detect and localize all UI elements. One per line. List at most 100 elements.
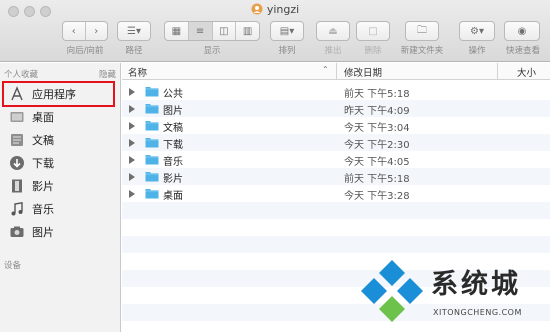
window-title-text: yingzi — [266, 3, 300, 16]
documents-icon — [9, 132, 25, 148]
chevron-left-icon: ‹ — [71, 25, 76, 37]
arrange-label: 排列 — [278, 46, 296, 56]
delete-button[interactable]: □ — [356, 21, 390, 41]
folder-icon — [145, 172, 159, 182]
hide-favorites-button[interactable]: 隐藏 — [99, 68, 116, 80]
sidebar-item-label: 文稿 — [32, 134, 54, 147]
quick-look-button[interactable]: ◉ — [504, 21, 540, 41]
sidebar-item-downloads[interactable]: 下载 — [0, 152, 121, 174]
table-row[interactable]: 公共 前天 下午5:18 — [122, 83, 550, 100]
sidebar-item-label: 音乐 — [32, 203, 54, 216]
sidebar-item-label: 桌面 — [32, 111, 54, 124]
path-label: 路径 — [125, 46, 143, 56]
list-view-button[interactable]: ≡ — [187, 22, 212, 40]
sidebar-item-label: 下载 — [32, 157, 54, 170]
nav-label: 向后/向前 — [66, 46, 104, 56]
toolbar: yingzi ‹ › 向后/向前 ☰▾ 路径 ▦ ≡ ◫ ▥ 显示 ▤▾ 排列 … — [0, 0, 550, 62]
file-name: 公共 — [163, 89, 183, 100]
view-control[interactable]: ▦ ≡ ◫ ▥ — [164, 21, 260, 41]
file-date: 今天 下午2:30 — [344, 140, 410, 151]
file-date: 前天 下午5:18 — [344, 89, 410, 100]
watermark-logo — [361, 260, 423, 322]
forward-button[interactable]: › — [84, 22, 108, 40]
disclosure-triangle-icon[interactable] — [129, 139, 135, 147]
home-folder-icon — [251, 3, 263, 15]
folder-icon — [145, 155, 159, 165]
folder-icon — [145, 104, 159, 114]
file-name: 桌面 — [163, 191, 183, 202]
disclosure-triangle-icon[interactable] — [129, 105, 135, 113]
sort-arrow-icon: ⌃ — [322, 65, 329, 74]
new-folder-button[interactable]: 🗀 — [405, 21, 439, 41]
disclosure-triangle-icon[interactable] — [129, 173, 135, 181]
watermark: 系统城 XITONGCHENG.COM — [357, 258, 547, 330]
disclosure-triangle-icon[interactable] — [129, 88, 135, 96]
new-folder-label: 新建文件夹 — [400, 46, 444, 56]
empty-row — [122, 236, 550, 253]
new-folder-icon: 🗀 — [417, 24, 427, 36]
file-date: 今天 下午3:04 — [344, 123, 410, 134]
watermark-title: 系统城 — [431, 269, 521, 300]
action-button[interactable]: ⚙▾ — [459, 21, 495, 41]
column-header: 名称 ⌃ 修改日期 大小 — [122, 63, 550, 80]
sidebar-item-music[interactable]: 音乐 — [0, 198, 121, 220]
back-button[interactable]: ‹ — [63, 22, 85, 40]
folder-icon — [145, 121, 159, 131]
icon-view-button[interactable]: ▦ — [165, 22, 188, 40]
column-date-header[interactable]: 修改日期 — [344, 65, 382, 79]
table-row[interactable]: 文稿 今天 下午3:04 — [122, 117, 550, 134]
desktop-icon — [9, 109, 25, 125]
file-name: 音乐 — [163, 157, 183, 168]
table-row[interactable]: 音乐 今天 下午4:05 — [122, 151, 550, 168]
table-row[interactable]: 图片 昨天 下午4:09 — [122, 100, 550, 117]
sidebar-item-label: 影片 — [32, 180, 54, 193]
eye-icon: ◉ — [517, 25, 527, 37]
chevron-right-icon: › — [94, 25, 99, 37]
sidebar-item-pictures[interactable]: 图片 — [0, 221, 121, 243]
quick-look-label: 快速查看 — [505, 46, 540, 56]
column-size-header[interactable]: 大小 — [517, 65, 536, 79]
folder-icon — [145, 87, 159, 97]
column-divider[interactable] — [497, 63, 498, 80]
file-name: 下载 — [163, 140, 183, 151]
highlight-box — [2, 81, 115, 107]
sidebar-item-label: 图片 — [32, 226, 54, 239]
window-title: yingzi — [0, 3, 550, 16]
file-date: 今天 下午4:05 — [344, 157, 410, 168]
back-forward-control[interactable]: ‹ › — [62, 21, 108, 41]
file-date: 前天 下午5:18 — [344, 174, 410, 185]
coverflow-view-button[interactable]: ▥ — [235, 22, 259, 40]
music-icon — [9, 201, 25, 217]
column-divider[interactable] — [336, 63, 337, 80]
table-row[interactable]: 下载 今天 下午2:30 — [122, 134, 550, 151]
sidebar-item-movies[interactable]: 影片 — [0, 175, 121, 197]
file-name: 文稿 — [163, 123, 183, 134]
file-date: 今天 下午3:28 — [344, 191, 410, 202]
trash-icon: □ — [368, 25, 378, 37]
favorites-heading: 个人收藏 — [4, 70, 39, 80]
action-label: 操作 — [468, 46, 486, 56]
watermark-url: XITONGCHENG.COM — [433, 308, 522, 317]
eject-button[interactable]: ⏏ — [316, 21, 350, 41]
delete-label: 删除 — [364, 46, 382, 56]
download-icon — [9, 155, 25, 171]
file-date: 昨天 下午4:09 — [344, 106, 410, 117]
file-name: 图片 — [163, 106, 183, 117]
table-row[interactable]: 影片 前天 下午5:18 — [122, 168, 550, 185]
devices-heading: 设备 — [4, 261, 22, 271]
disclosure-triangle-icon[interactable] — [129, 190, 135, 198]
columns-icon: ◫ — [219, 25, 229, 37]
sidebar-item-documents[interactable]: 文稿 — [0, 129, 121, 151]
arrange-button[interactable]: ▤▾ — [270, 21, 304, 41]
column-view-button[interactable]: ◫ — [211, 22, 236, 40]
column-name-header[interactable]: 名称 — [128, 65, 147, 79]
sidebar-item-desktop[interactable]: 桌面 — [0, 106, 121, 128]
path-button[interactable]: ☰▾ — [117, 21, 151, 41]
table-row[interactable]: 桌面 今天 下午3:28 — [122, 185, 550, 202]
eject-label: 推出 — [324, 46, 342, 56]
disclosure-triangle-icon[interactable] — [129, 156, 135, 164]
empty-row — [122, 202, 550, 219]
eject-icon: ⏏ — [328, 25, 338, 37]
disclosure-triangle-icon[interactable] — [129, 122, 135, 130]
file-name: 影片 — [163, 174, 183, 185]
